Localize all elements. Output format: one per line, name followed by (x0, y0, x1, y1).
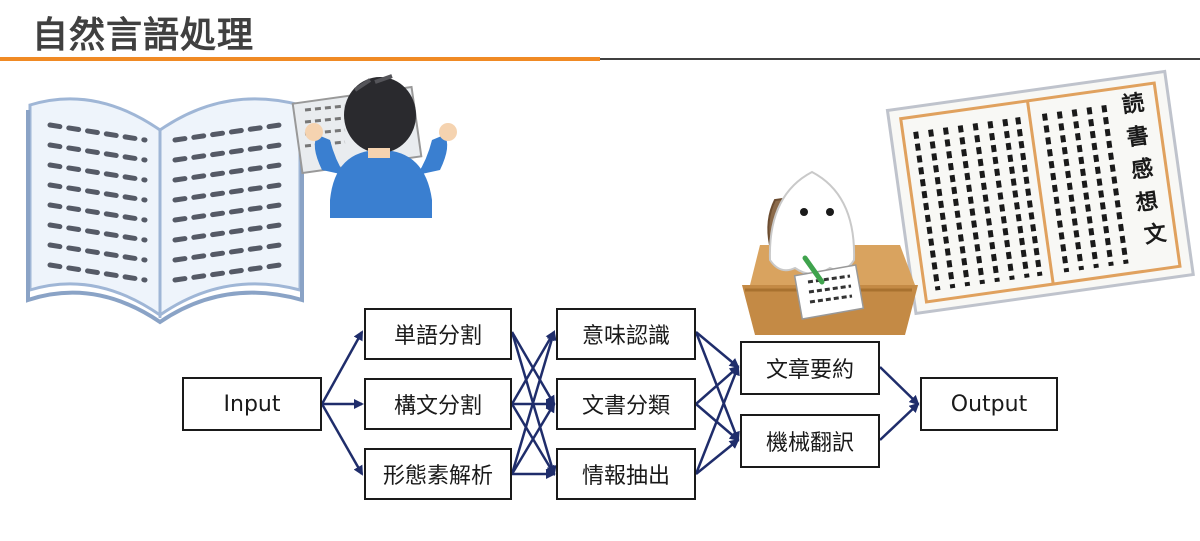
node-text-summarization: 文章要約 (740, 341, 880, 395)
node-syntax-segmentation: 構文分割 (364, 378, 512, 430)
node-information-extraction: 情報抽出 (556, 448, 696, 500)
edge-s3-1-output (879, 402, 920, 441)
node-machine-translation: 機械翻訳 (740, 414, 880, 468)
node-semantic-recognition: 意味認識 (556, 308, 696, 360)
edge-input-stage1-0 (320, 330, 364, 405)
node-output: Output (920, 377, 1058, 431)
node-document-classification: 文書分類 (556, 378, 696, 430)
edge-s3-0-output (879, 366, 920, 406)
edge-input-stage1-2 (320, 403, 364, 476)
node-word-segmentation: 単語分割 (364, 308, 512, 360)
node-input: Input (182, 377, 322, 431)
node-morphological-analysis: 形態素解析 (364, 448, 512, 500)
